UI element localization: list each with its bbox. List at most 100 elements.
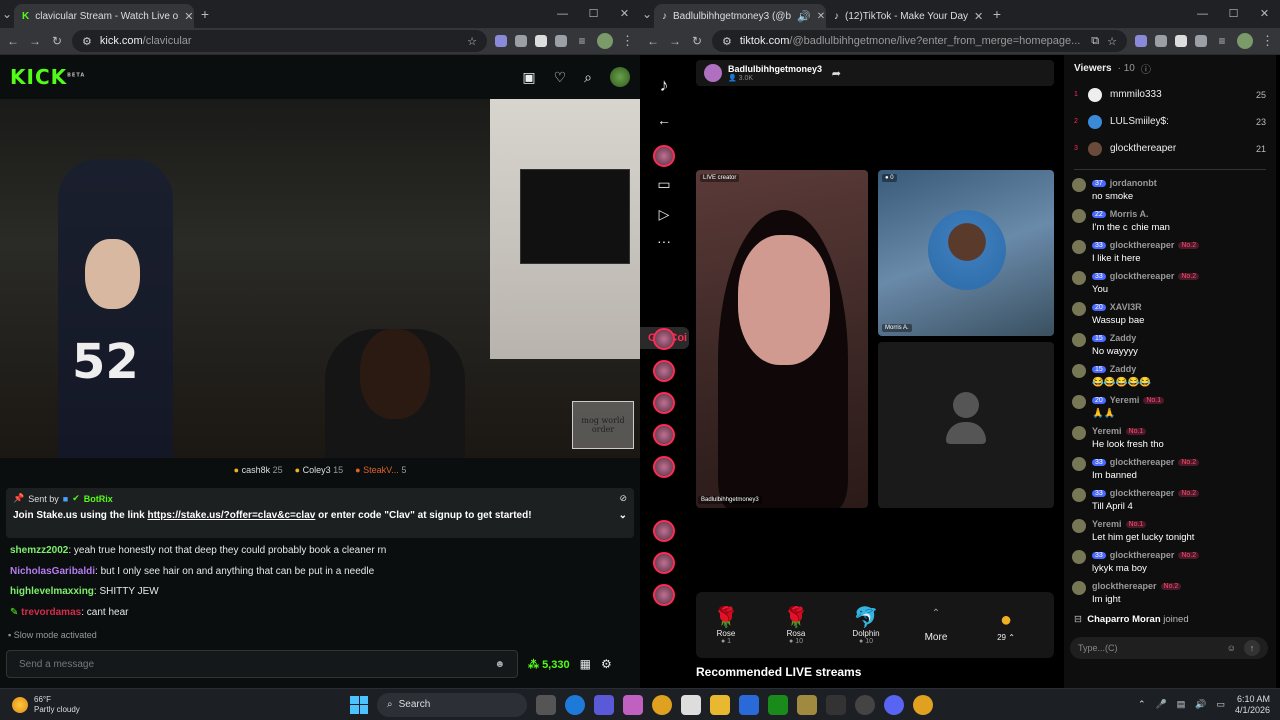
close-tab-icon[interactable]: ✕ [974, 10, 983, 23]
chat-avatar[interactable] [1072, 426, 1086, 440]
forward-icon[interactable]: → [28, 34, 42, 48]
settings-gear-icon[interactable]: ⚙ [601, 657, 612, 671]
emote-icon[interactable]: ☻ [494, 659, 505, 670]
info-icon[interactable]: ⓘ [1141, 61, 1151, 76]
chat-username[interactable]: glockthereaper [1110, 240, 1175, 250]
extension-icon[interactable] [1155, 35, 1167, 47]
new-tab-icon[interactable]: + [986, 6, 1008, 22]
extension-icon[interactable] [1175, 35, 1187, 47]
gift-rose[interactable]: 🌹 Rose ● 1 [706, 605, 746, 645]
tab-search-icon[interactable]: ⌄ [640, 7, 654, 21]
extension-icon[interactable] [1135, 35, 1147, 47]
maximize-icon[interactable]: ☐ [1218, 0, 1249, 28]
following-heart-icon[interactable]: ♡ [554, 69, 567, 86]
live-avatar[interactable] [653, 328, 675, 350]
chat-avatar[interactable] [1072, 519, 1086, 533]
chat-username[interactable]: Yeremi [1092, 426, 1122, 436]
chat-username[interactable]: shemzz2002 [10, 545, 68, 556]
app-icon[interactable] [855, 694, 875, 715]
xbox-icon[interactable] [768, 694, 788, 715]
mute-tab-icon[interactable]: 🔊 [797, 10, 811, 23]
tab-search-icon[interactable]: ⌄ [0, 7, 14, 21]
user-avatar[interactable] [610, 67, 630, 87]
edge-icon[interactable] [565, 694, 585, 715]
extension-icon[interactable] [535, 35, 547, 47]
microphone-icon[interactable]: 🎤 [1155, 699, 1166, 710]
video-player[interactable]: 52 mog world order [0, 99, 640, 458]
chat-username[interactable]: glockthereaper [1092, 581, 1157, 591]
chat-username[interactable]: Morris A. [1110, 209, 1149, 219]
reload-icon[interactable]: ↻ [50, 34, 64, 48]
tab-tiktok[interactable]: ♪ (12)TikTok - Make Your Day ✕ [826, 4, 986, 28]
coins-button[interactable]: ● 29 ⌃ [986, 609, 1026, 642]
minimize-icon[interactable]: — [547, 0, 578, 28]
chat-username[interactable]: trevordamas [21, 607, 81, 618]
discord-icon[interactable] [884, 694, 904, 715]
media-icon[interactable]: ≡ [1215, 34, 1229, 48]
profile-avatar[interactable] [1237, 33, 1253, 49]
profile-avatar[interactable] [597, 33, 613, 49]
bookmark-star-icon[interactable]: ☆ [1107, 35, 1117, 48]
open-external-icon[interactable]: ⧉ [1091, 35, 1099, 48]
chat-avatar[interactable] [1072, 271, 1086, 285]
chat-username[interactable]: glockthereaper [1110, 271, 1175, 281]
live-avatar[interactable] [653, 584, 675, 606]
clock[interactable]: 6:10 AM 4/1/2026 [1235, 694, 1270, 716]
live-avatar[interactable] [653, 145, 675, 167]
chat-username[interactable]: Zaddy [1110, 364, 1137, 374]
expand-chevron-icon[interactable]: ⌄ [619, 510, 627, 521]
start-windows-icon[interactable] [350, 695, 368, 714]
live-avatar[interactable] [653, 552, 675, 574]
more-gifts-button[interactable]: ⌃ More [916, 608, 956, 643]
taskbar-search[interactable]: ⌕ Search [377, 692, 527, 717]
chat-avatar[interactable] [1072, 364, 1086, 378]
empty-guest-cell[interactable] [878, 342, 1054, 508]
chat-username[interactable]: Yeremi [1092, 519, 1122, 529]
file-explorer-icon[interactable] [710, 694, 730, 715]
live-avatar[interactable] [653, 456, 675, 478]
chat-username[interactable]: Yeremi [1110, 395, 1140, 405]
bot-name[interactable]: BotRix [84, 494, 113, 504]
site-info-icon[interactable]: ⚙ [722, 35, 732, 48]
gifter[interactable]: ● Coley3 15 [295, 465, 344, 475]
chat-avatar[interactable] [1072, 488, 1086, 502]
chat-username[interactable]: glockthereaper [1110, 550, 1175, 560]
gift-icon[interactable]: ▦ [580, 657, 591, 671]
gift-dolphin[interactable]: 🐬 Dolphin ● 10 [846, 605, 886, 645]
chat-username[interactable]: Zaddy [1110, 333, 1137, 343]
back-icon[interactable]: ← [646, 34, 660, 48]
search-icon[interactable]: ⌕ [584, 69, 592, 86]
browser-menu-icon[interactable]: ⋮ [1261, 33, 1274, 49]
tiktok-logo-icon[interactable]: ♪ [655, 75, 673, 95]
minimize-icon[interactable]: — [1187, 0, 1218, 28]
tab-kick[interactable]: K clavicular Stream - Watch Live o ✕ [14, 4, 194, 28]
task-view-icon[interactable] [536, 694, 556, 715]
chat-avatar[interactable] [1072, 209, 1086, 223]
gift-rosa[interactable]: 🌹 Rosa ● 10 [776, 605, 816, 645]
teams-icon[interactable] [594, 694, 614, 715]
guest-cell-host[interactable]: LIVE creator Badlulbihhgetmoney3 [696, 170, 868, 508]
outlook-icon[interactable] [739, 694, 759, 715]
gifter[interactable]: ● SteakV... 5 [355, 465, 406, 475]
live-avatar[interactable] [653, 360, 675, 382]
video-camera-icon[interactable]: ▭ [655, 176, 673, 194]
live-avatar[interactable] [653, 424, 675, 446]
volume-icon[interactable]: 🔊 [1195, 699, 1206, 710]
forward-icon[interactable]: → [668, 34, 682, 48]
back-icon[interactable]: ← [6, 34, 20, 48]
play-icon[interactable]: ▷ [655, 206, 673, 224]
media-icon[interactable]: ≡ [575, 34, 589, 48]
browser-menu-icon[interactable]: ⋮ [621, 33, 634, 49]
tray-chevron-icon[interactable]: ⌃ [1138, 699, 1146, 710]
address-bar[interactable]: ⚙ tiktok.com/@badlulbihhgetmone/live?ent… [712, 30, 1127, 52]
live-avatar[interactable] [653, 392, 675, 414]
close-window-icon[interactable]: ✕ [1249, 0, 1280, 28]
chat-avatar[interactable] [1072, 302, 1086, 316]
share-icon[interactable]: ➦ [832, 67, 841, 80]
close-window-icon[interactable]: ✕ [609, 0, 640, 28]
host-avatar[interactable] [704, 64, 722, 82]
channel-points[interactable]: ⁂ 5,330 [528, 658, 570, 671]
chat-avatar[interactable] [1072, 457, 1086, 471]
app-icon[interactable] [826, 694, 846, 715]
back-arrow-icon[interactable]: ← [655, 112, 673, 130]
